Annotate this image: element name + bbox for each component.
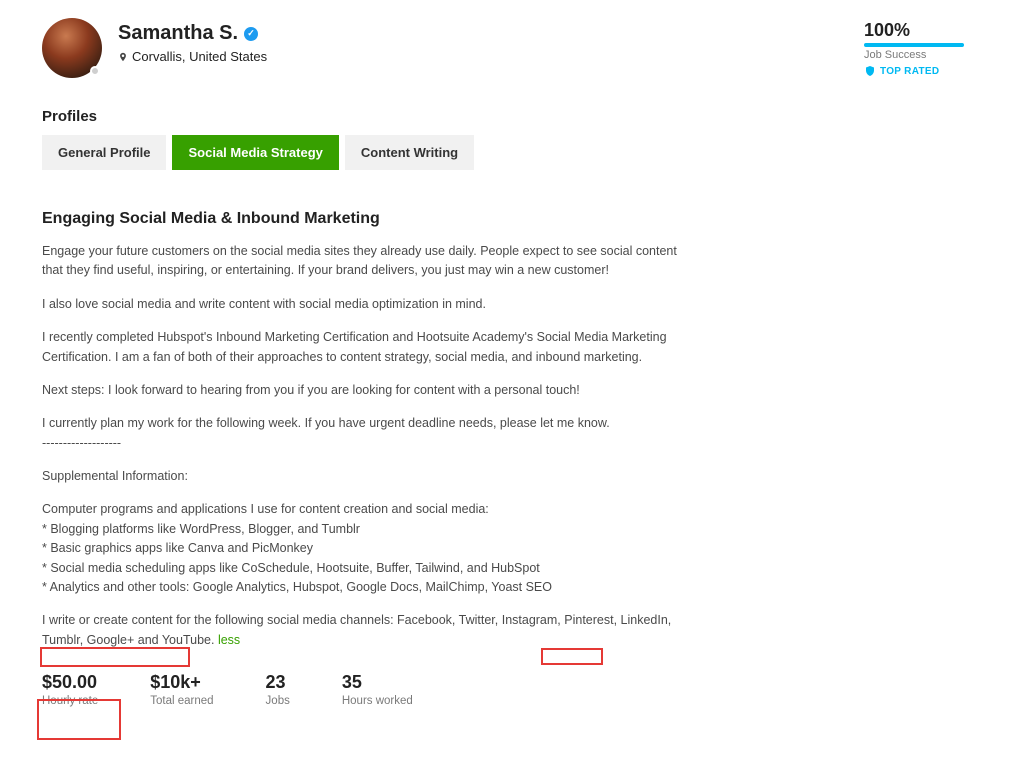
description-paragraph: Engage your future customers on the soci… [42,242,682,281]
tab-content-writing[interactable]: Content Writing [345,135,474,170]
profiles-heading: Profiles [42,108,984,125]
highlight-box [541,648,603,665]
stat-jobs: 23 Jobs [266,672,290,707]
stat-label: Hourly rate [42,695,98,707]
top-rated-label: TOP RATED [880,66,939,77]
description-paragraph: Next steps: I look forward to hearing fr… [42,381,682,400]
stat-total-earned: $10k+ Total earned [150,672,213,707]
description-paragraph: I also love social media and write conte… [42,295,682,314]
shield-icon [864,65,876,77]
stat-hours-worked: 35 Hours worked [342,672,413,707]
status-dot-icon [90,66,100,76]
stat-value: 23 [266,672,290,693]
job-success-label: Job Success [864,49,984,61]
stat-value: $50.00 [42,672,98,693]
job-success-pct: 100% [864,20,910,41]
verified-icon [244,27,258,41]
tab-general-profile[interactable]: General Profile [42,135,166,170]
job-success-block: 100% Job Success TOP RATED [864,18,984,77]
description-paragraph: I recently completed Hubspot's Inbound M… [42,328,682,367]
description-paragraph: Supplemental Information: [42,467,682,486]
description-paragraph: Computer programs and applications I use… [42,500,682,597]
stat-label: Hours worked [342,695,413,707]
profile-name: Samantha S. [118,22,238,45]
description-paragraph: I currently plan my work for the followi… [42,414,682,453]
tab-social-media-strategy[interactable]: Social Media Strategy [172,135,338,170]
section-title: Engaging Social Media & Inbound Marketin… [42,210,984,228]
stat-hourly-rate: $50.00 Hourly rate [42,672,98,707]
less-link[interactable]: less [218,633,240,647]
stat-label: Jobs [266,695,290,707]
stat-value: 35 [342,672,413,693]
stat-value: $10k+ [150,672,213,693]
job-success-bar [864,43,964,47]
profile-location: Corvallis, United States [132,49,267,64]
highlight-box [40,647,190,667]
description-paragraph: I write or create content for the follow… [42,611,682,650]
stat-label: Total earned [150,695,213,707]
profile-description: Engage your future customers on the soci… [42,242,682,650]
avatar[interactable] [42,18,102,78]
location-pin-icon [118,51,128,63]
